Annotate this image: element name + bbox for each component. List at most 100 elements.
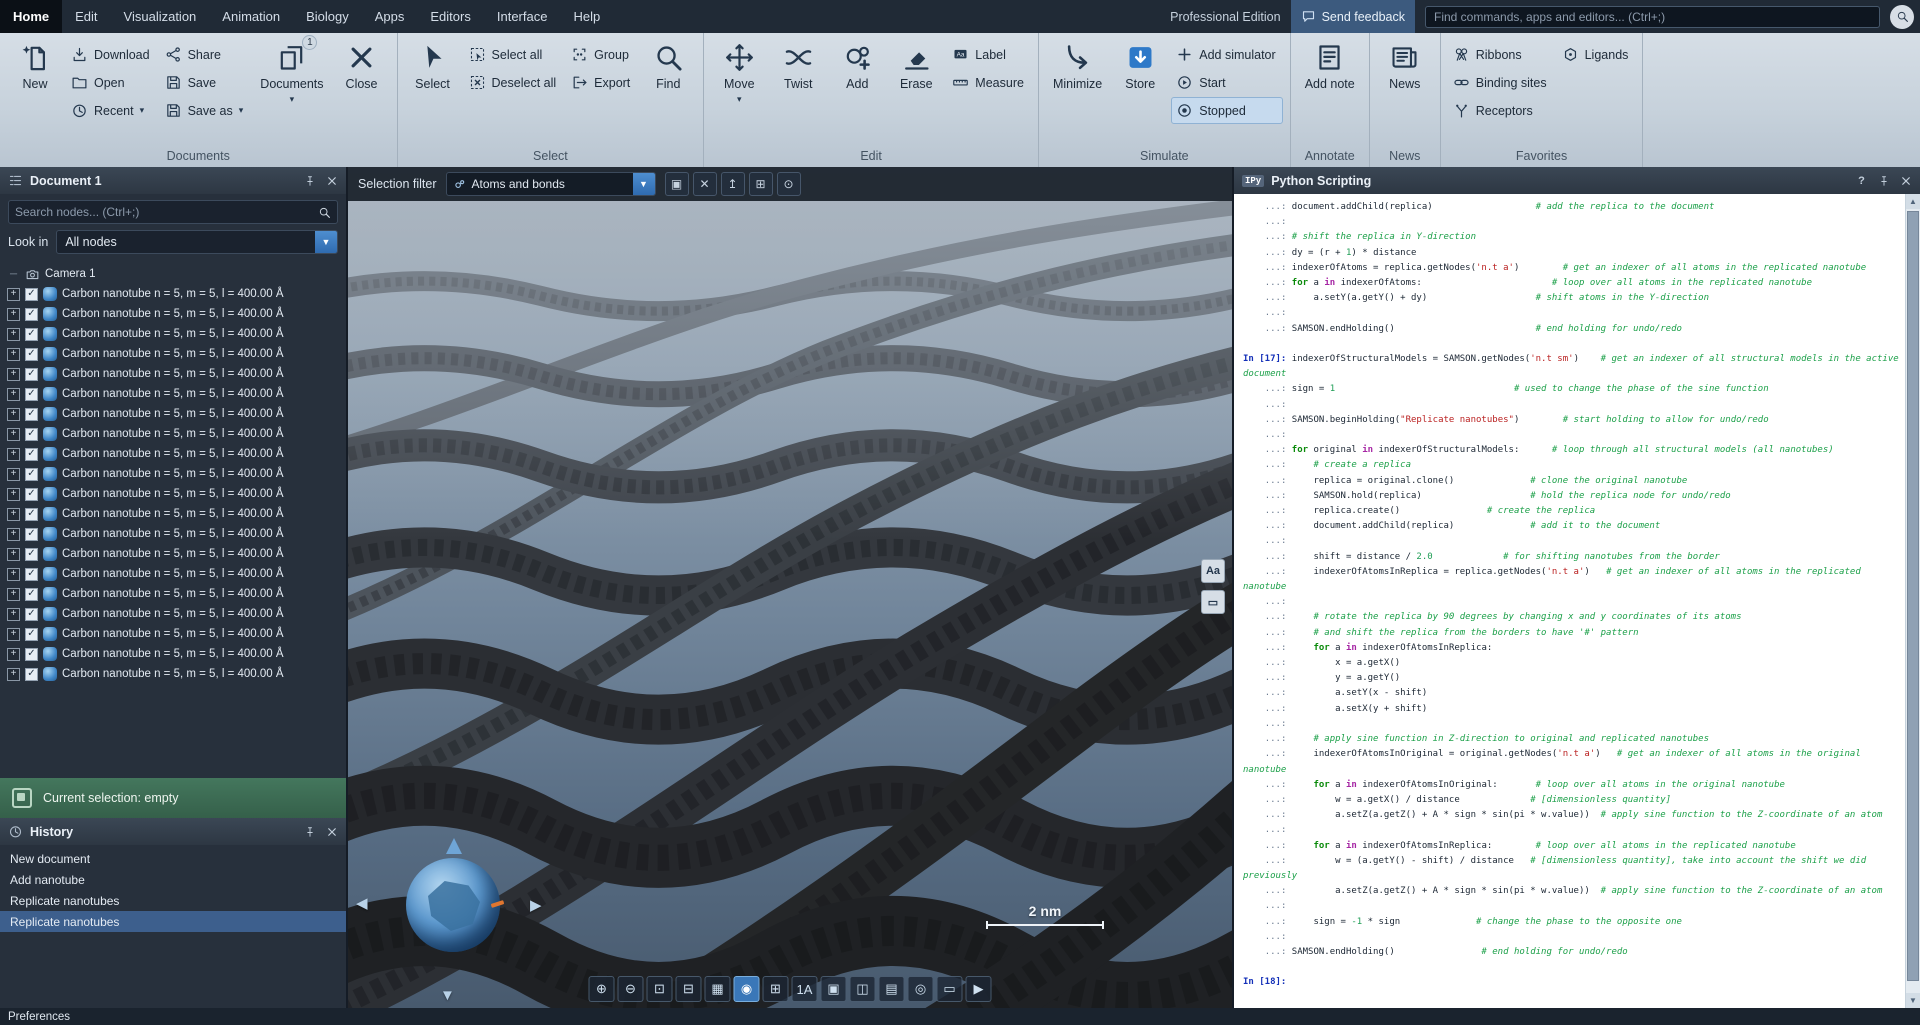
history-item[interactable]: Add nanotube: [0, 869, 346, 890]
add-camera-button[interactable]: ▣: [821, 976, 847, 1002]
python-pin-icon[interactable]: [1877, 174, 1890, 187]
measure-button[interactable]: Measure: [948, 70, 1030, 95]
menu-apps[interactable]: Apps: [362, 0, 418, 33]
command-search-input[interactable]: [1425, 6, 1880, 28]
python-console[interactable]: ...: document.addChild(replica) # add th…: [1234, 194, 1920, 1008]
scroll-down-icon[interactable]: ▼: [1906, 993, 1920, 1008]
tree-item-nanotube[interactable]: + ✓ Carbon nanotube n = 5, m = 5, l = 40…: [0, 364, 346, 384]
expand-icon[interactable]: +: [7, 368, 20, 381]
new-button[interactable]: New: [8, 38, 62, 145]
erase-button[interactable]: Erase: [889, 38, 943, 145]
tree-item-nanotube[interactable]: + ✓ Carbon nanotube n = 5, m = 5, l = 40…: [0, 404, 346, 424]
zoom-out-button[interactable]: ⊖: [618, 976, 644, 1002]
expand-icon[interactable]: +: [7, 448, 20, 461]
tree-item-nanotube[interactable]: + ✓ Carbon nanotube n = 5, m = 5, l = 40…: [0, 584, 346, 604]
menu-edit[interactable]: Edit: [62, 0, 110, 33]
scroll-up-icon[interactable]: ▲: [1906, 194, 1920, 209]
history-item[interactable]: Replicate nanotubes: [0, 890, 346, 911]
expand-icon[interactable]: +: [7, 628, 20, 641]
node-tree[interactable]: ─ Camera 1 + ✓ Carbon nanotube n = 5, m …: [0, 261, 346, 778]
tree-item-nanotube[interactable]: + ✓ Carbon nanotube n = 5, m = 5, l = 40…: [0, 664, 346, 684]
binding-sites-button[interactable]: Binding sites: [1449, 70, 1553, 95]
visibility-checkbox[interactable]: ✓: [25, 388, 38, 401]
viewport-3d[interactable]: Selection filter Atoms and bonds ▼ ▣✕↥⊞⊙: [348, 167, 1232, 1008]
zoom-fit-button[interactable]: ⊟: [676, 976, 702, 1002]
expand-icon[interactable]: +: [7, 288, 20, 301]
expand-icon[interactable]: +: [7, 588, 20, 601]
frame-selection-button[interactable]: ◫: [850, 976, 876, 1002]
receptors-button[interactable]: Receptors: [1449, 98, 1553, 123]
visibility-checkbox[interactable]: ✓: [25, 528, 38, 541]
select-button[interactable]: Select: [406, 38, 460, 145]
move-button[interactable]: Move ▾: [712, 38, 766, 145]
add-simulator-button[interactable]: Add simulator: [1172, 42, 1281, 67]
tree-item-nanotube[interactable]: + ✓ Carbon nanotube n = 5, m = 5, l = 40…: [0, 304, 346, 324]
menu-help[interactable]: Help: [560, 0, 613, 33]
visibility-checkbox[interactable]: ✓: [25, 568, 38, 581]
visibility-checkbox[interactable]: ✓: [25, 628, 38, 641]
menu-animation[interactable]: Animation: [209, 0, 293, 33]
invert-selection-button[interactable]: ↥: [721, 172, 745, 196]
expand-icon[interactable]: +: [7, 468, 20, 481]
visibility-checkbox[interactable]: ✓: [25, 408, 38, 421]
visibility-checkbox[interactable]: ✓: [25, 308, 38, 321]
zoom-window-button[interactable]: ⊡: [647, 976, 673, 1002]
minimize-button[interactable]: Minimize: [1047, 38, 1108, 145]
group-button[interactable]: Group: [567, 42, 636, 67]
history-item[interactable]: Replicate nanotubes: [0, 911, 346, 932]
tree-item-nanotube[interactable]: + ✓ Carbon nanotube n = 5, m = 5, l = 40…: [0, 624, 346, 644]
python-close-icon[interactable]: [1899, 174, 1912, 187]
layers-button[interactable]: ▤: [879, 976, 905, 1002]
node-search-input[interactable]: [15, 205, 313, 219]
visibility-checkbox[interactable]: ✓: [25, 448, 38, 461]
selection-filter-dropdown[interactable]: Atoms and bonds ▼: [446, 172, 656, 196]
history-close-icon[interactable]: [325, 825, 338, 838]
stopped-button[interactable]: Stopped: [1172, 98, 1281, 123]
twist-button[interactable]: Twist: [771, 38, 825, 145]
expand-icon[interactable]: +: [7, 548, 20, 561]
visibility-checkbox[interactable]: ✓: [25, 668, 38, 681]
close-button[interactable]: Close: [335, 38, 389, 145]
visibility-checkbox[interactable]: ✓: [25, 348, 38, 361]
expand-icon[interactable]: +: [7, 508, 20, 521]
tree-item-nanotube[interactable]: + ✓ Carbon nanotube n = 5, m = 5, l = 40…: [0, 484, 346, 504]
tree-item-nanotube[interactable]: + ✓ Carbon nanotube n = 5, m = 5, l = 40…: [0, 284, 346, 304]
start-button[interactable]: Start: [1172, 70, 1281, 95]
deselect-all-button[interactable]: Deselect all: [465, 70, 563, 95]
tree-item-nanotube[interactable]: + ✓ Carbon nanotube n = 5, m = 5, l = 40…: [0, 524, 346, 544]
visibility-checkbox[interactable]: ✓: [25, 288, 38, 301]
scrollbar-thumb[interactable]: [1907, 211, 1919, 981]
expand-icon[interactable]: +: [7, 308, 20, 321]
tree-item-nanotube[interactable]: + ✓ Carbon nanotube n = 5, m = 5, l = 40…: [0, 384, 346, 404]
expand-icon[interactable]: +: [7, 668, 20, 681]
measure-tool-button[interactable]: ▭: [1201, 590, 1225, 614]
zoom-to-selection-button[interactable]: ⊙: [777, 172, 801, 196]
grid-view-button[interactable]: ⊞: [763, 976, 789, 1002]
tree-item-nanotube[interactable]: + ✓ Carbon nanotube n = 5, m = 5, l = 40…: [0, 604, 346, 624]
tree-item-nanotube[interactable]: + ✓ Carbon nanotube n = 5, m = 5, l = 40…: [0, 444, 346, 464]
visibility-checkbox[interactable]: ✓: [25, 328, 38, 341]
tree-item-nanotube[interactable]: + ✓ Carbon nanotube n = 5, m = 5, l = 40…: [0, 344, 346, 364]
tree-item-nanotube[interactable]: + ✓ Carbon nanotube n = 5, m = 5, l = 40…: [0, 464, 346, 484]
expand-icon[interactable]: +: [7, 388, 20, 401]
export-button[interactable]: Export: [567, 70, 636, 95]
label-button[interactable]: Label: [948, 42, 1030, 67]
reset-scale-button[interactable]: 1A: [792, 976, 818, 1002]
expand-icon[interactable]: +: [7, 568, 20, 581]
console-output[interactable]: ...: document.addChild(replica) # add th…: [1234, 194, 1905, 1008]
download-button[interactable]: Download: [67, 42, 156, 67]
visibility-checkbox[interactable]: ✓: [25, 368, 38, 381]
visibility-checkbox[interactable]: ✓: [25, 648, 38, 661]
add-note-button[interactable]: Add note: [1299, 38, 1361, 145]
news-button[interactable]: News: [1378, 38, 1432, 145]
add-button[interactable]: Add: [830, 38, 884, 145]
history-list[interactable]: New documentAdd nanotubeReplicate nanotu…: [0, 845, 346, 935]
store-button[interactable]: Store: [1113, 38, 1167, 145]
menu-home[interactable]: Home: [0, 0, 62, 33]
open-button[interactable]: Open: [67, 70, 156, 95]
orbit-sphere-button[interactable]: ◉: [734, 976, 760, 1002]
rotate-right-arrow-icon[interactable]: ▶: [530, 896, 542, 914]
expand-icon[interactable]: +: [7, 428, 20, 441]
visibility-checkbox[interactable]: ✓: [25, 508, 38, 521]
menu-biology[interactable]: Biology: [293, 0, 362, 33]
